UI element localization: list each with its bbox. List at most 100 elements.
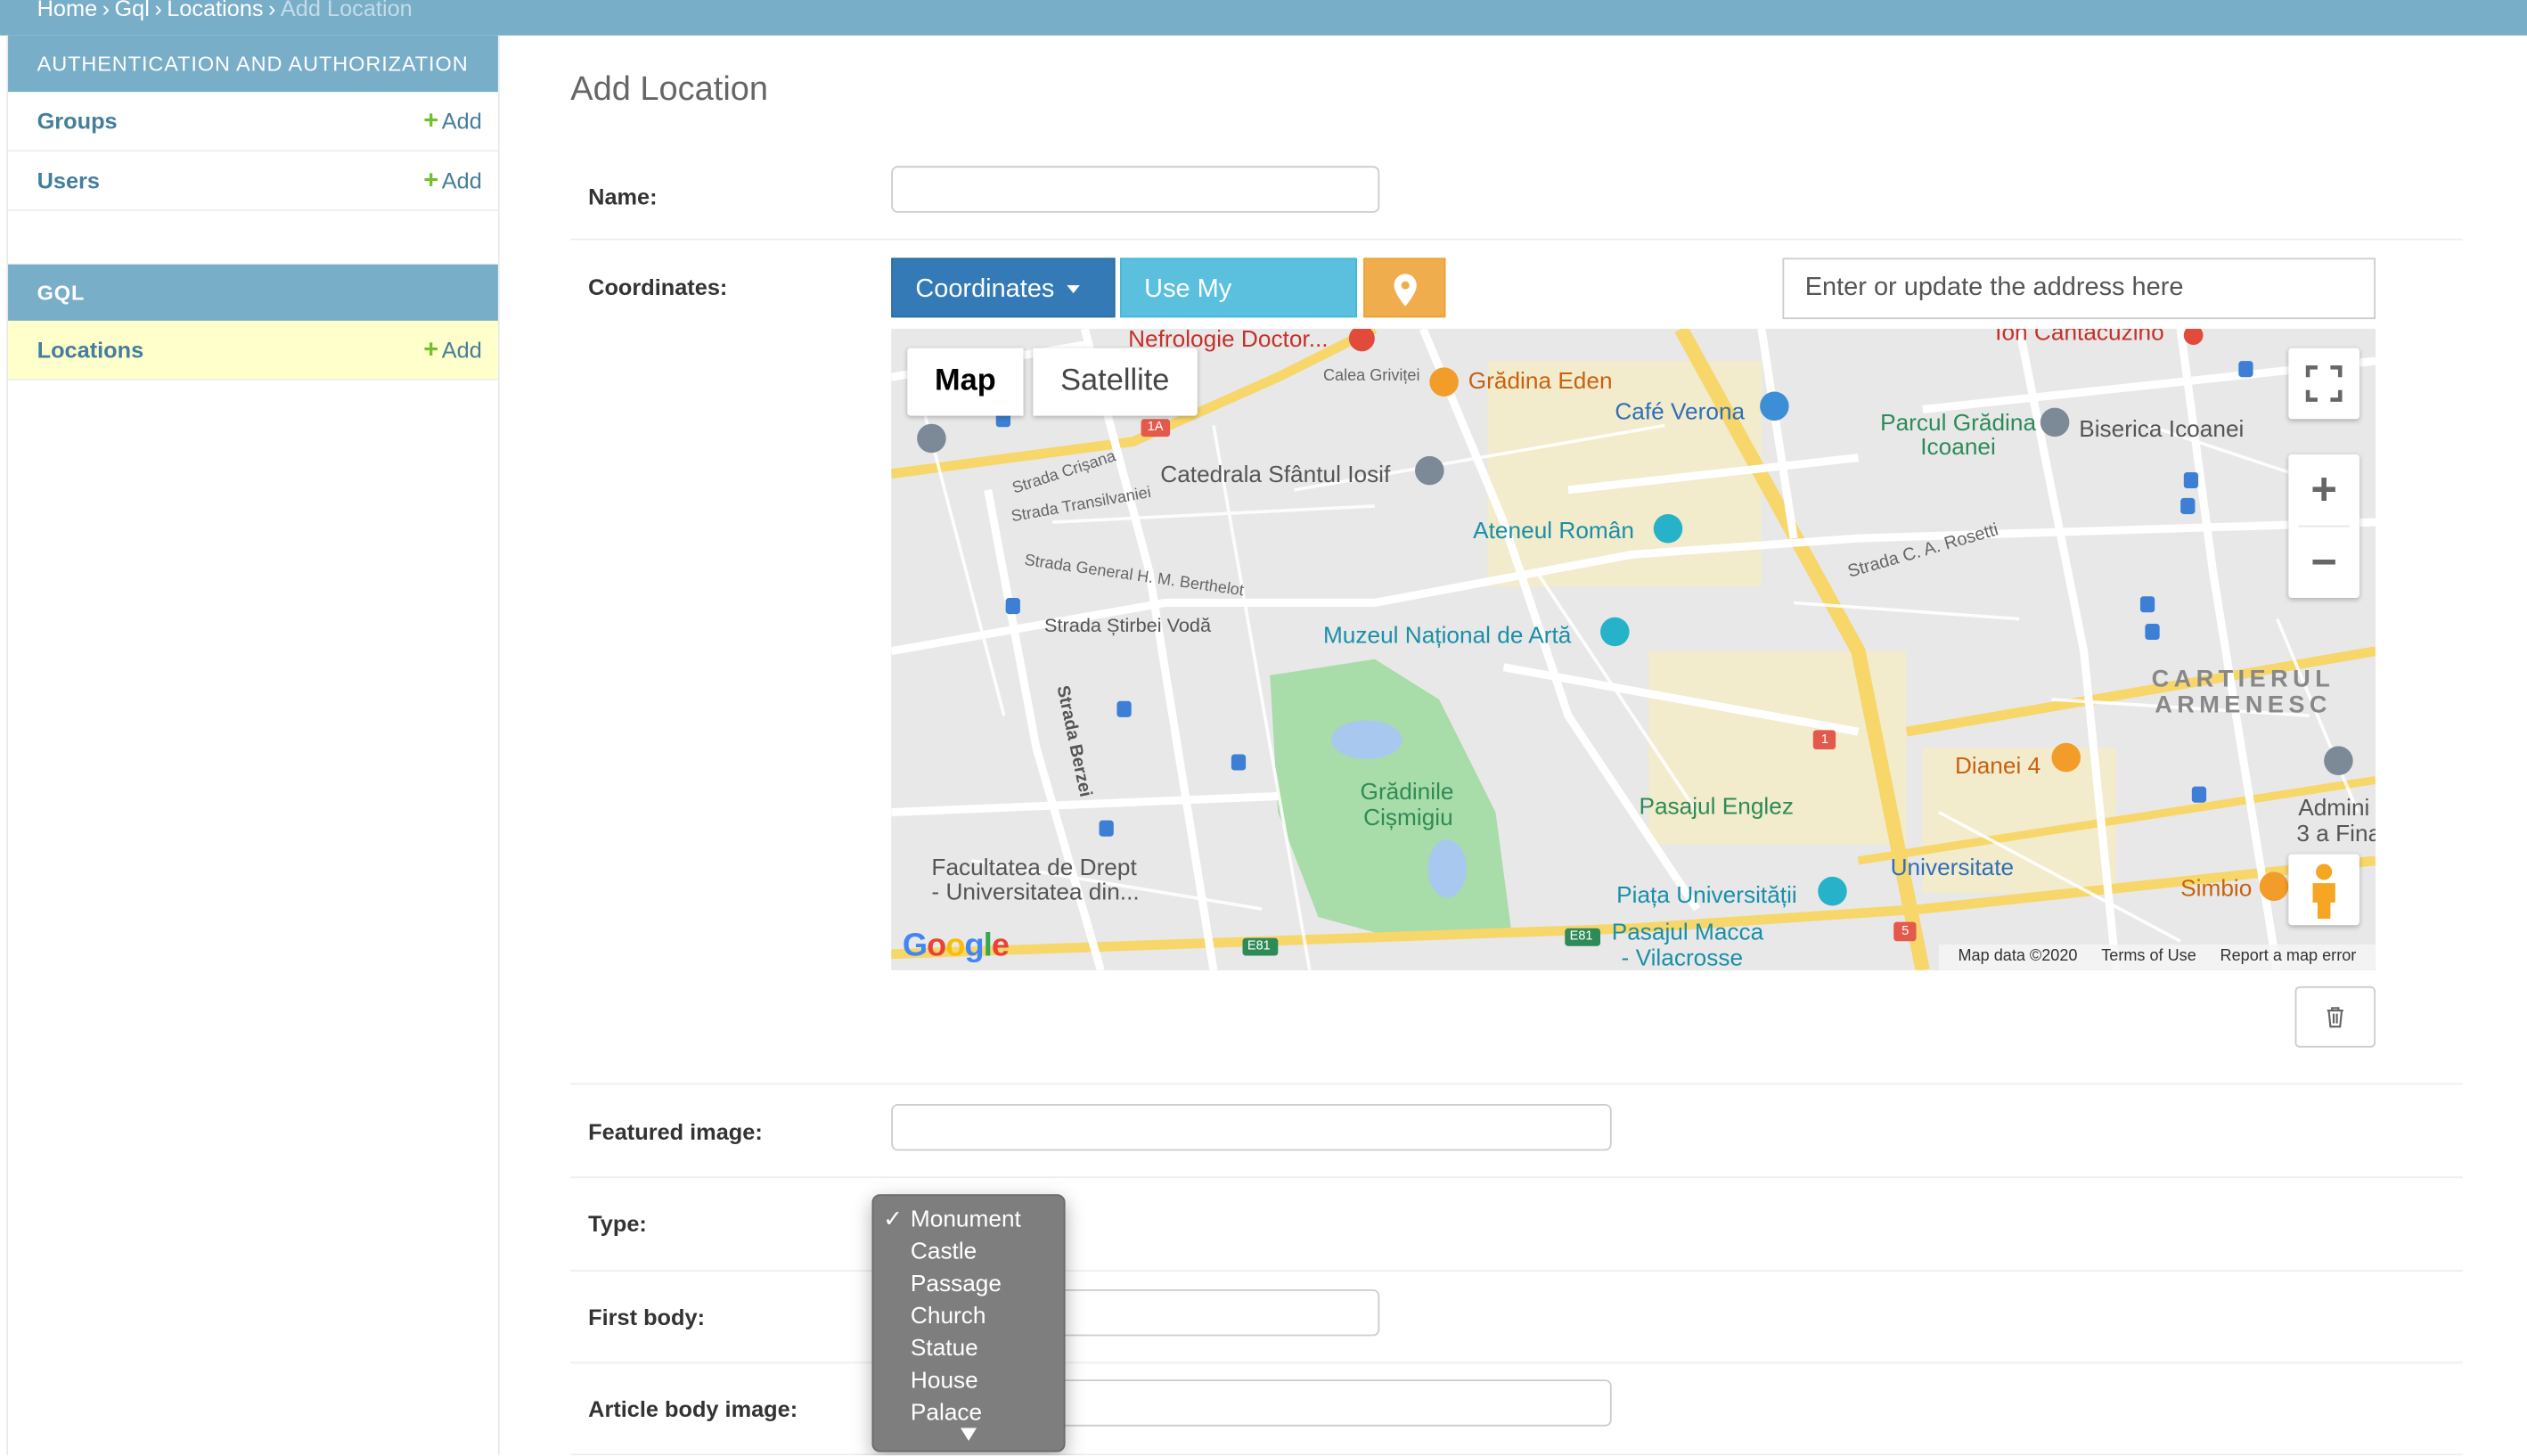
map-label-muzeul: Muzeul Național de Artă xyxy=(1322,623,1572,650)
sidebar: AUTHENTICATION AND AUTHORIZATION Groups … xyxy=(6,35,500,1456)
map-label-facultatea: Facultatea de Drept xyxy=(931,855,1137,882)
type-options-list: ✓ Monument Castle Passage Church Statue H… xyxy=(873,1204,1063,1422)
coordinates-dropdown-button[interactable]: Coordinates xyxy=(891,258,1116,318)
type-option-castle[interactable]: Castle xyxy=(873,1236,1063,1268)
map-label-universitate: Universitate xyxy=(1890,855,2015,882)
zoom-control: + − xyxy=(2288,454,2359,599)
zoom-out-button[interactable]: − xyxy=(2288,527,2359,598)
map-label-cismigiu: Cișmigiu xyxy=(1363,806,1453,832)
type-option-statue[interactable]: Statue xyxy=(873,1333,1063,1365)
pegman-icon xyxy=(2312,863,2335,919)
google-map[interactable]: Nefrologie Doctor... Calea Griviței Grăd… xyxy=(891,328,2376,970)
fullscreen-button[interactable] xyxy=(2288,348,2359,420)
trash-icon xyxy=(2327,1006,2343,1027)
google-logo: Google xyxy=(902,928,1010,964)
add-label: Add xyxy=(441,168,482,194)
use-my-location-button[interactable]: Use My Location xyxy=(1120,258,1357,363)
map-footer: Map data ©2020 Terms of Use Report a map… xyxy=(1938,944,2376,970)
map-label-strada-stirbei: Strada Știrbei Vodă xyxy=(1044,614,1212,637)
plus-icon: + xyxy=(423,168,439,195)
checkmark-icon: ✓ xyxy=(883,1207,904,1233)
map-label-fina: 3 a Fina xyxy=(2296,822,2376,848)
fullscreen-icon xyxy=(2305,365,2343,402)
add-groups-link[interactable]: + Add xyxy=(423,92,482,151)
map-label-ateneul: Ateneul Român xyxy=(1473,519,1634,545)
type-select-dropdown[interactable]: ✓ Monument Castle Passage Church Statue H… xyxy=(871,1194,1066,1452)
street-view-pegman[interactable] xyxy=(2288,854,2359,926)
name-input[interactable] xyxy=(891,166,1380,213)
map-label-gradina-eden: Grădina Eden xyxy=(1468,369,1613,396)
map-label-gradinile: Grădinile xyxy=(1360,780,1454,806)
type-option-palace[interactable]: Palace xyxy=(873,1397,1063,1422)
module-caption-auth[interactable]: AUTHENTICATION AND AUTHORIZATION xyxy=(8,35,498,93)
map-label-cartierul: CARTIERUL xyxy=(2151,665,2335,693)
form-row-type: Type: xyxy=(570,1178,2463,1272)
road-shield-5: 5 xyxy=(1901,923,1910,938)
place-marker-button[interactable] xyxy=(1363,258,1446,318)
main-content: Add Location Name: Coordinates: Coordina… xyxy=(570,36,2463,1456)
breadcrumb: Home › Gql › Locations › Add Location xyxy=(0,0,2527,36)
type-option-monument[interactable]: ✓ Monument xyxy=(873,1204,1063,1236)
map-label-cafe-verona: Café Verona xyxy=(1615,399,1746,426)
report-map-error-link[interactable]: Report a map error xyxy=(2220,948,2357,966)
map-label-ion-cantacuzino: Ion Cantacuzino xyxy=(1995,328,2164,347)
first-body-label: First body: xyxy=(588,1304,706,1330)
map-label-admini: Admini xyxy=(2298,796,2370,822)
terms-of-use-link[interactable]: Terms of Use xyxy=(2101,948,2196,966)
module-caption-gql[interactable]: GQL xyxy=(8,264,498,321)
add-label: Add xyxy=(441,337,482,363)
map-data-text: Map data ©2020 xyxy=(1958,947,2078,966)
name-label: Name: xyxy=(588,184,658,210)
zoom-in-button[interactable]: + xyxy=(2288,454,2359,526)
map-type-map-button[interactable]: Map xyxy=(907,348,1024,416)
option-label: Monument xyxy=(910,1207,1021,1233)
map-label-piata: Piața Universității xyxy=(1616,883,1797,910)
type-label: Type: xyxy=(588,1210,647,1237)
featured-image-input[interactable] xyxy=(891,1103,1612,1151)
form-row-first-body: First body: xyxy=(570,1272,2463,1364)
map-label-parcul-gradina-icoanei: Parcul Grădina Icoanei xyxy=(1880,411,2037,462)
breadcrumb-home-link[interactable]: Home xyxy=(37,0,98,20)
map-label-catedrala: Catedrala Sfântul Iosif xyxy=(1160,462,1391,489)
address-input[interactable]: Enter or update the address here xyxy=(1782,258,2376,320)
map-label-universitatea-din: - Universitatea din... xyxy=(931,879,1140,906)
breadcrumb-gql-link[interactable]: Gql xyxy=(114,0,149,20)
map-label-simbio: Simbio xyxy=(2180,876,2253,903)
sidebar-item-locations: Locations + Add xyxy=(8,320,498,380)
type-option-house[interactable]: House xyxy=(873,1365,1063,1397)
type-option-church[interactable]: Church xyxy=(873,1301,1063,1333)
map-label-vilacrosse: - Vilacrosse xyxy=(1621,945,1744,970)
breadcrumb-separator: › xyxy=(154,0,162,21)
delete-location-button[interactable] xyxy=(2294,986,2376,1048)
caret-down-icon xyxy=(1067,285,1081,294)
coordinates-button-label: Coordinates xyxy=(915,275,1055,304)
form-row-featured-image: Featured image: xyxy=(570,1084,2463,1179)
add-users-link[interactable]: + Add xyxy=(423,151,482,211)
map-type-satellite-button[interactable]: Satellite xyxy=(1033,348,1198,416)
map-label-biserica-icoanei: Biserica Icoanei xyxy=(2079,417,2245,444)
road-shield-e81: E81 xyxy=(1569,928,1593,944)
breadcrumb-separator: › xyxy=(102,0,110,21)
breadcrumb-separator: › xyxy=(268,0,276,21)
coordinates-label: Coordinates: xyxy=(588,274,728,300)
sidebar-item-locations-link[interactable]: Locations xyxy=(37,337,144,363)
sidebar-item-groups-link[interactable]: Groups xyxy=(37,108,118,134)
map-label-pasajul-englez: Pasajul Englez xyxy=(1639,794,1794,821)
breadcrumb-current: Add Location xyxy=(280,0,413,21)
add-label: Add xyxy=(441,108,482,135)
map-label-calea-grivitei: Calea Griviței xyxy=(1322,367,1420,386)
road-shield-1: 1 xyxy=(1820,732,1828,747)
article-body-image-label: Article body image: xyxy=(588,1395,798,1422)
page-title: Add Location xyxy=(570,70,769,109)
map-label-dianei: Dianei 4 xyxy=(1954,754,2041,781)
add-locations-link[interactable]: + Add xyxy=(423,321,482,380)
map-pin-icon xyxy=(1393,274,1416,307)
type-option-passage[interactable]: Passage xyxy=(873,1268,1063,1300)
breadcrumb-locations-link[interactable]: Locations xyxy=(167,0,263,20)
road-shield-e81: E81 xyxy=(1247,937,1271,953)
scroll-down-arrow-icon[interactable] xyxy=(960,1427,977,1441)
admin-page: Home › Gql › Locations › Add Location AUTHENTI… xyxy=(0,0,2527,1456)
sidebar-item-users-link[interactable]: Users xyxy=(37,168,100,193)
form-row-article-body-image: Article body image: xyxy=(570,1363,2463,1456)
